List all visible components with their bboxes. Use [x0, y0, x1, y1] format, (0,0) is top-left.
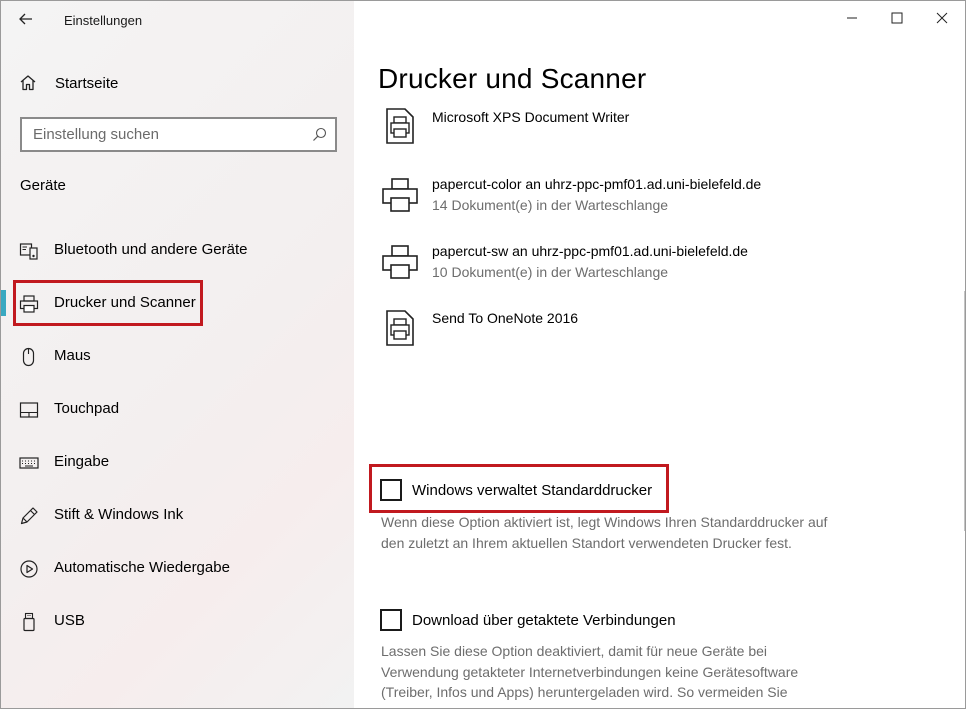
app-title: Einstellungen: [64, 13, 143, 28]
description-line: den zuletzt an Ihrem aktuellen Standort …: [381, 534, 792, 551]
printer-status: 14 Dokument(e) in der Warteschlange: [432, 197, 669, 213]
settings-window: Einstellungen Startseite Geräte: [0, 0, 966, 709]
default-printer-checkbox[interactable]: Windows verwaltet Standarddrucker: [380, 479, 652, 501]
bluetooth-devices-icon: [19, 243, 38, 260]
sidebar-item-touchpad[interactable]: Touchpad: [1, 383, 354, 436]
option-description: Lassen Sie diese Option deaktiviert, dam…: [381, 641, 881, 703]
printer-name: papercut-color an uhrz-ppc-pmf01.ad.uni-…: [432, 176, 762, 192]
document-printer-icon: [386, 108, 414, 144]
sidebar-item-label: USB: [54, 612, 85, 629]
search-input[interactable]: [22, 119, 292, 150]
description-line: Verwendung getakteter Internetverbindung…: [381, 663, 799, 680]
sidebar-item-mouse[interactable]: Maus: [1, 330, 354, 383]
description-line: (Treiber, Infos und Apps) heruntergelade…: [381, 684, 788, 700]
checkbox[interactable]: [380, 479, 402, 501]
description-line: Wenn diese Option aktiviert ist, legt Wi…: [381, 514, 828, 530]
active-indicator: [1, 290, 6, 316]
touchpad-icon: [19, 402, 39, 418]
home-label: Startseite: [55, 75, 119, 92]
document-printer-icon: [386, 310, 414, 346]
minimize-button[interactable]: [829, 1, 875, 35]
sidebar-item-usb[interactable]: USB: [1, 595, 354, 648]
sidebar-item-label: Automatische Wiedergabe: [54, 559, 230, 576]
printer-icon: [19, 295, 39, 313]
sidebar-item-autoplay[interactable]: Automatische Wiedergabe: [1, 542, 354, 595]
printer-item[interactable]: papercut-color an uhrz-ppc-pmf01.ad.uni-…: [378, 174, 898, 220]
checkbox-label: Download über getaktete Verbindungen: [412, 611, 676, 629]
metered-download-checkbox[interactable]: Download über getaktete Verbindungen: [380, 609, 676, 631]
search-icon[interactable]: [312, 127, 327, 142]
pen-icon: [20, 507, 38, 525]
printer-name: papercut-sw an uhrz-ppc-pmf01.ad.uni-bie…: [432, 243, 748, 259]
mouse-icon: [22, 347, 35, 367]
sidebar-item-bluetooth[interactable]: Bluetooth und andere Geräte: [1, 224, 354, 277]
autoplay-icon: [20, 560, 38, 578]
printer-name: Microsoft XPS Document Writer: [432, 109, 630, 125]
sidebar-item-label: Stift & Windows Ink: [54, 506, 184, 523]
minimize-icon: [847, 17, 857, 19]
option-description: Wenn diese Option aktiviert ist, legt Wi…: [381, 512, 881, 553]
arrow-left-icon: [19, 13, 32, 25]
keyboard-icon: [19, 457, 39, 469]
close-icon: [936, 12, 948, 24]
sidebar-nav: Bluetooth und andere Geräte Drucker und …: [1, 224, 354, 648]
printer-name: Send To OneNote 2016: [432, 310, 579, 326]
sidebar: Einstellungen Startseite Geräte: [1, 1, 354, 708]
printer-item[interactable]: papercut-sw an uhrz-ppc-pmf01.ad.uni-bie…: [378, 241, 898, 287]
page-title: Drucker und Scanner: [378, 63, 647, 94]
search-box: [20, 117, 337, 152]
checkbox-label: Windows verwaltet Standarddrucker: [412, 481, 653, 499]
sidebar-item-typing[interactable]: Eingabe: [1, 436, 354, 489]
checkbox[interactable]: [380, 609, 402, 631]
maximize-button[interactable]: [874, 1, 920, 35]
back-button[interactable]: [11, 5, 41, 33]
printer-item[interactable]: Send To OneNote 2016: [378, 307, 898, 351]
sidebar-item-pen[interactable]: Stift & Windows Ink: [1, 489, 354, 542]
description-line: Lassen Sie diese Option deaktiviert, dam…: [381, 643, 767, 659]
sidebar-item-label: Bluetooth und andere Geräte: [54, 241, 248, 258]
main-content: Drucker und Scanner Microsoft XPS Docume…: [354, 1, 965, 708]
sidebar-item-printers[interactable]: Drucker und Scanner: [1, 277, 354, 330]
printer-icon: [382, 178, 418, 212]
section-heading: Geräte: [20, 177, 66, 194]
printer-item[interactable]: Microsoft XPS Document Writer: [378, 107, 898, 151]
usb-icon: [23, 612, 35, 632]
home-icon: [20, 75, 36, 91]
sidebar-item-label: Touchpad: [54, 400, 120, 417]
sidebar-item-home[interactable]: Startseite: [1, 63, 354, 103]
maximize-icon: [891, 12, 903, 24]
sidebar-item-label: Eingabe: [54, 453, 110, 470]
sidebar-item-label: Drucker und Scanner: [54, 294, 196, 311]
printer-icon: [382, 245, 418, 279]
close-button[interactable]: [919, 1, 965, 35]
sidebar-item-label: Maus: [54, 347, 91, 364]
printer-status: 10 Dokument(e) in der Warteschlange: [432, 264, 669, 280]
